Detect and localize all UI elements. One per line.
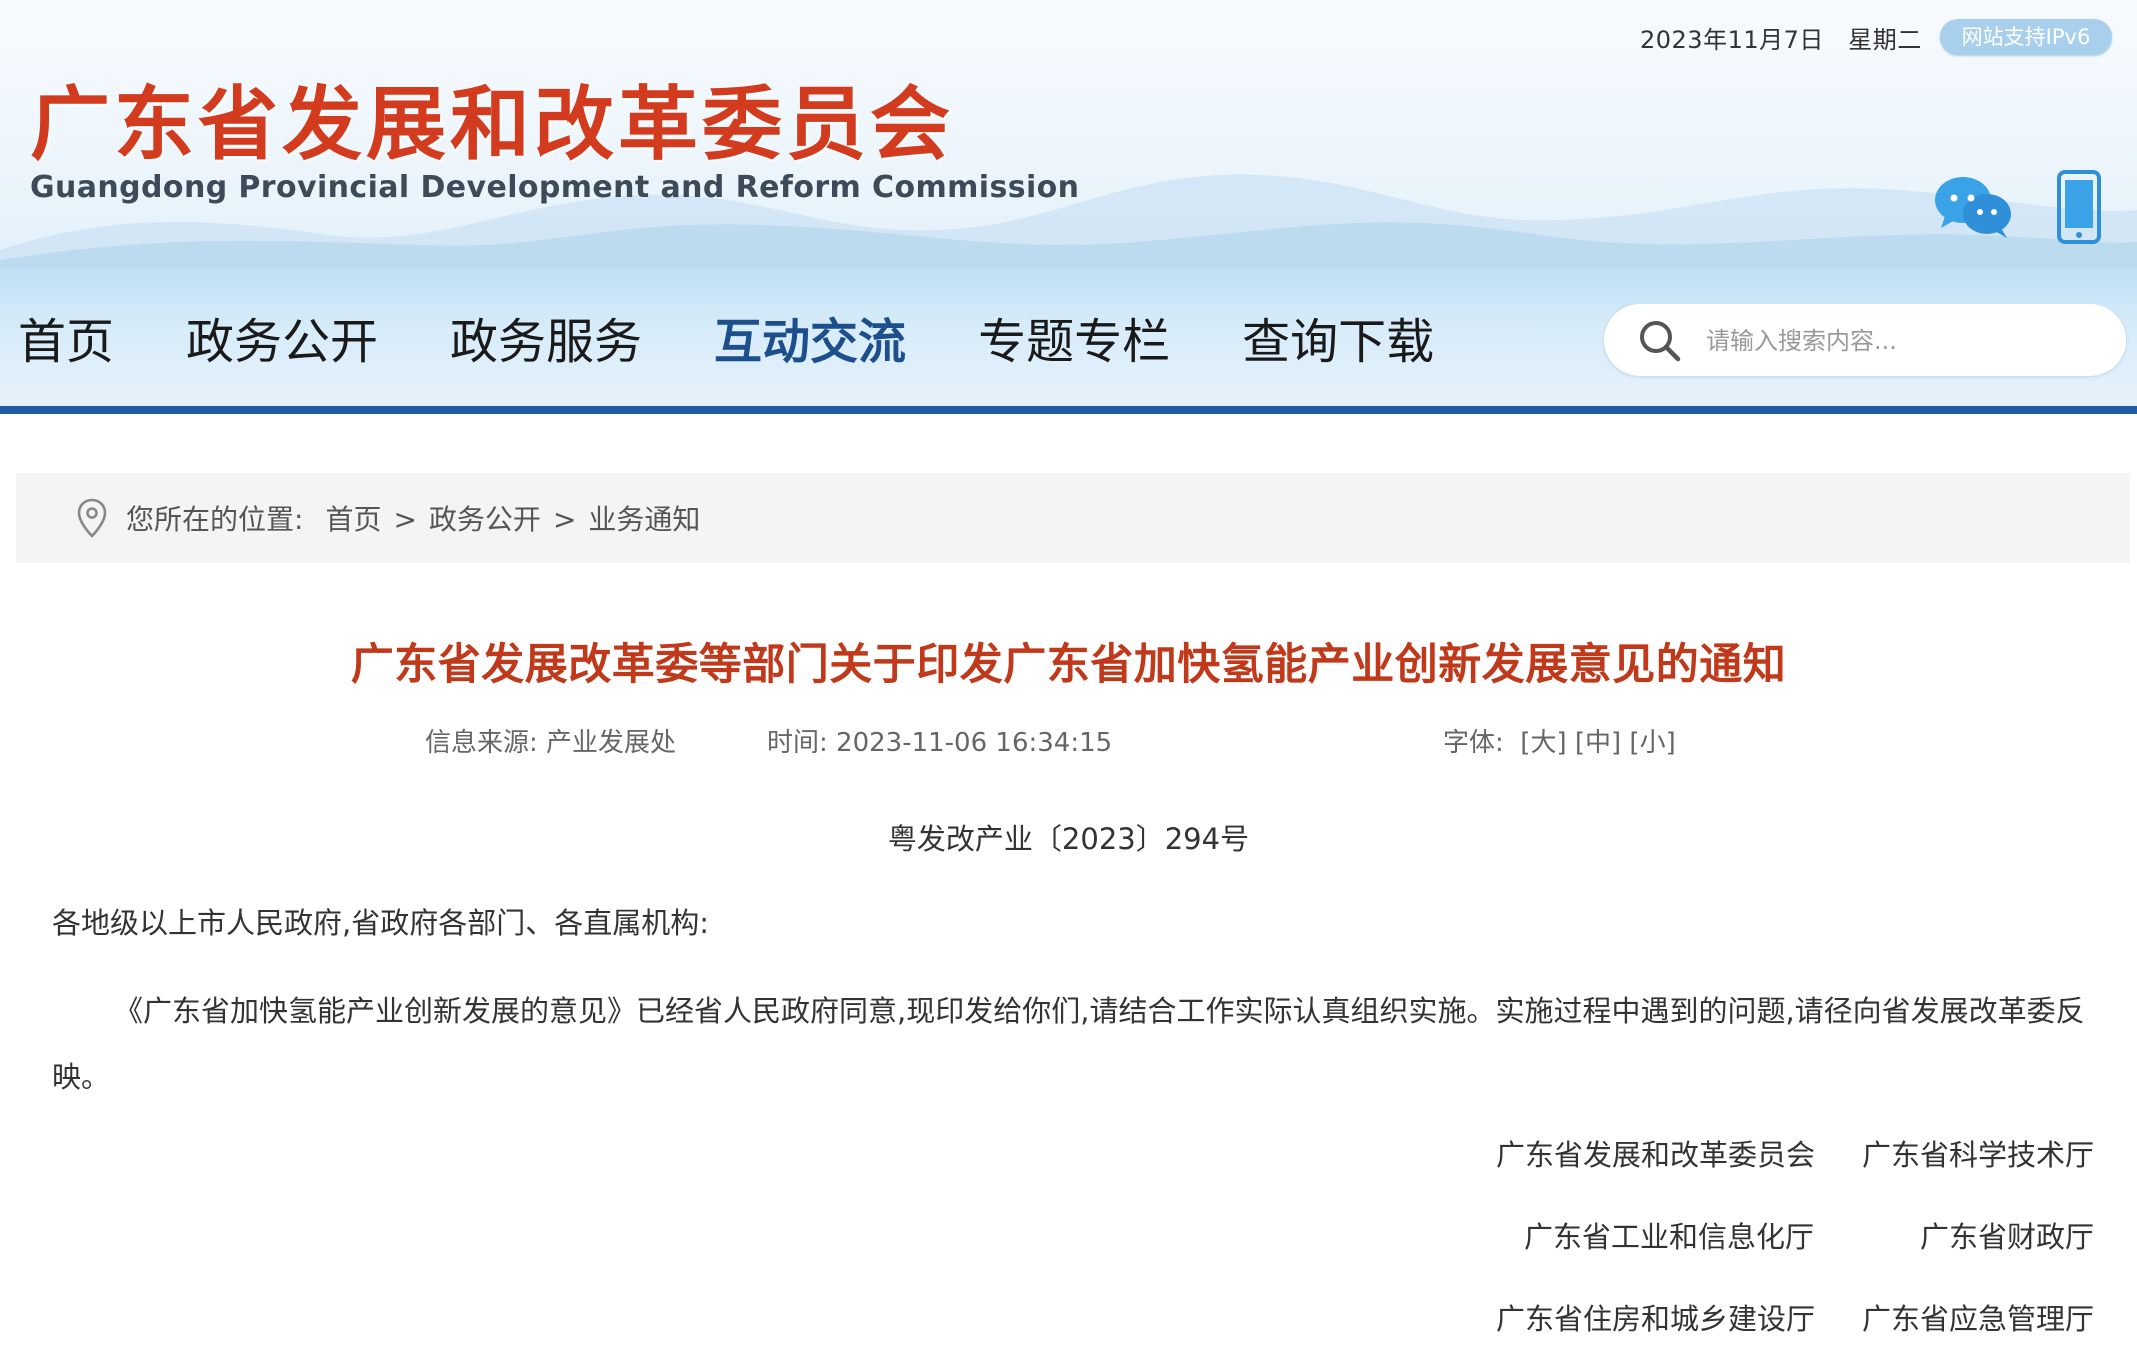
document-number: 粤发改产业〔2023〕294号 [887,822,1250,856]
nav-item-gov-affairs[interactable]: 政务公开 [186,312,378,372]
font-small-button[interactable]: [小] [1629,728,1675,758]
article-time: 时间: 2023-11-06 16:34:15 [767,722,1112,759]
site-header: 2023年11月7日 星期二 网站支持IPv6 广东省发展和改革委员会 Guan… [0,0,2137,268]
header-date: 2023年11月7日 星期二 [1640,20,1922,55]
breadcrumb: 您所在的位置: 首页 > 政务公开 > 业务通知 [16,473,2130,563]
font-medium-button[interactable]: [中] [1575,728,1621,758]
search-input[interactable] [1704,318,2108,364]
time-value: 2023-11-06 16:34:15 [836,728,1113,758]
article-body-paragraph: 《广东省加快氢能产业创新发展的意见》已经省人民政府同意,现印发给你们,请结合工作… [52,994,2085,1094]
main-nav: 首页 政务公开 政务服务 互动交流 专题专栏 查询下载 [0,268,2137,414]
article-source: 信息来源: 产业发展处 [425,722,676,759]
search-box [1604,304,2126,376]
time-label: 时间: [767,728,828,758]
font-size-switcher: 字体: [大] [中] [小] [1443,722,1676,759]
signatory: 广东省财政厅 [1919,1220,2094,1254]
mobile-icon[interactable] [2057,170,2101,244]
font-large-button[interactable]: [大] [1520,728,1566,758]
nav-item-special-topics[interactable]: 专题专栏 [978,312,1170,372]
location-pin-icon [77,498,107,538]
signatory: 广东省应急管理厅 [1862,1302,2095,1336]
breadcrumb-separator: > [393,503,417,536]
site-logo-cn[interactable]: 广东省发展和改革委员会 [30,80,954,170]
date-value: 2023年11月7日 [1640,26,1824,54]
source-label: 信息来源: [425,728,538,758]
breadcrumb-link-gov-affairs[interactable]: 政务公开 [429,503,541,536]
article-salutation: 各地级以上市人民政府,省政府各部门、各直属机构: [52,906,709,940]
signatory: 广东省科学技术厅 [1862,1138,2095,1172]
source-value: 产业发展处 [546,728,677,758]
site-logo-en: Guangdong Provincial Development and Ref… [30,170,1080,205]
article-title: 广东省发展改革委等部门关于印发广东省加快氢能产业创新发展意见的通知 [350,640,1787,690]
breadcrumb-separator: > [552,503,577,536]
signatory: 广东省发展和改革委员会 [1496,1138,1816,1172]
breadcrumb-link-home[interactable]: 首页 [325,503,381,536]
signatory: 广东省住房和城乡建设厅 [1496,1302,1816,1336]
nav-item-interaction[interactable]: 互动交流 [714,312,906,372]
nav-menu: 首页 政务公开 政务服务 互动交流 专题专栏 查询下载 [18,312,1506,372]
signatory: 广东省工业和信息化厅 [1523,1220,1814,1254]
nav-item-home[interactable]: 首页 [18,312,114,372]
font-label: 字体: [1443,728,1504,758]
nav-item-gov-services[interactable]: 政务服务 [450,312,642,372]
breadcrumb-label: 您所在的位置: [126,503,304,536]
weekday-value: 星期二 [1848,26,1922,54]
breadcrumb-link-business-notice[interactable]: 业务通知 [588,503,700,536]
nav-item-query-download[interactable]: 查询下载 [1242,312,1434,372]
ipv6-badge[interactable]: 网站支持IPv6 [1940,19,2112,55]
wechat-icon[interactable] [1933,174,2013,240]
search-icon[interactable] [1638,319,1682,363]
